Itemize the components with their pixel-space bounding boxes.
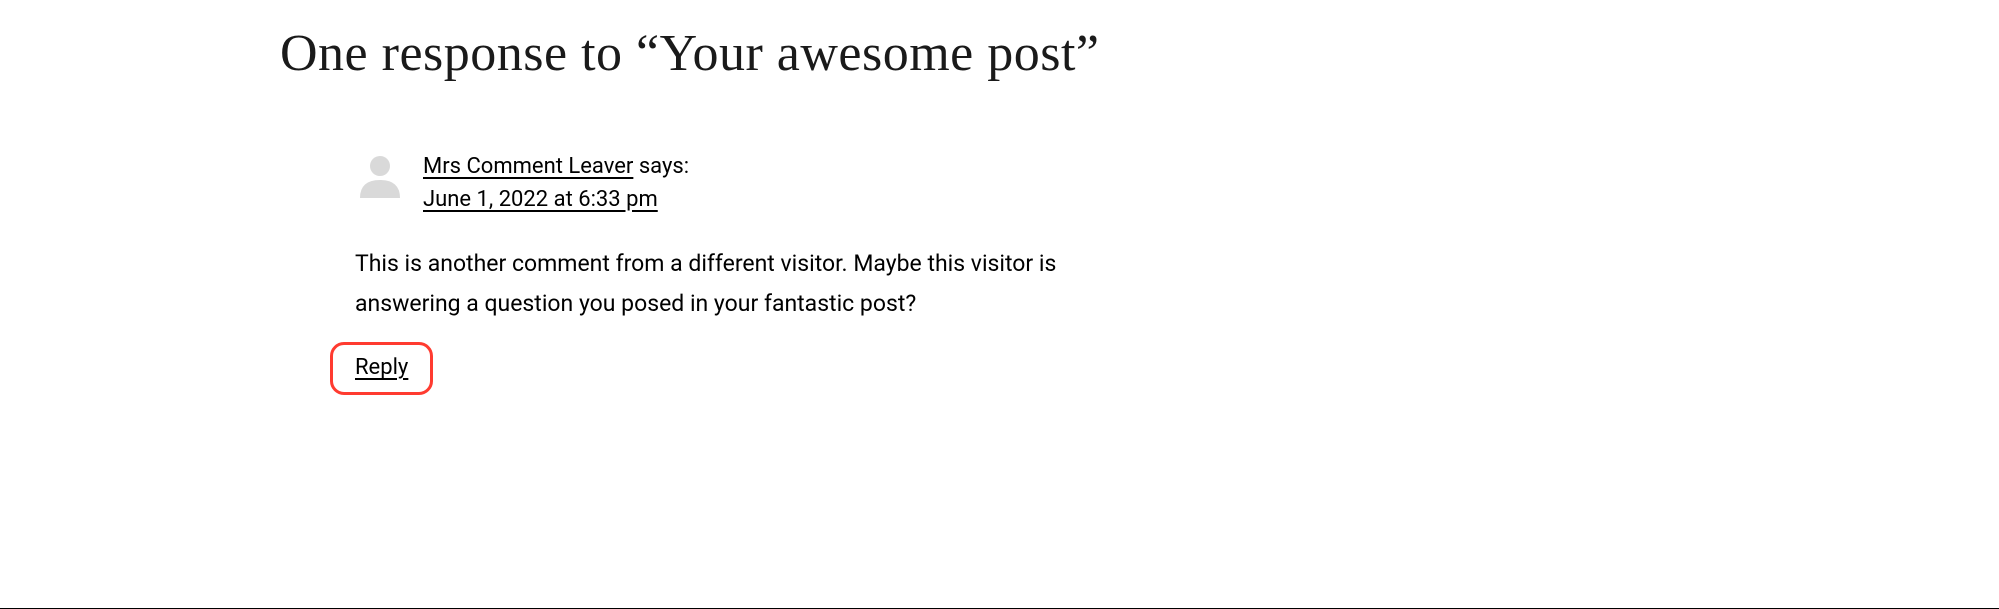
comment-body: This is another comment from a different… xyxy=(355,244,1100,325)
says-text: says: xyxy=(633,154,689,179)
reply-link[interactable]: Reply xyxy=(355,355,408,380)
comments-section: One response to “Your awesome post” Mrs … xyxy=(0,0,1100,395)
comments-heading: One response to “Your awesome post” xyxy=(280,20,1100,88)
avatar-icon xyxy=(355,148,405,198)
reply-highlight: Reply xyxy=(330,342,433,395)
comment-meta: Mrs Comment Leaver says: June 1, 2022 at… xyxy=(423,148,689,216)
comment-date-link[interactable]: June 1, 2022 at 6:33 pm xyxy=(423,187,658,212)
comment-header: Mrs Comment Leaver says: June 1, 2022 at… xyxy=(355,148,1100,216)
avatar xyxy=(355,148,405,198)
comment-item: Mrs Comment Leaver says: June 1, 2022 at… xyxy=(355,148,1100,396)
comment-author-link[interactable]: Mrs Comment Leaver xyxy=(423,154,633,179)
